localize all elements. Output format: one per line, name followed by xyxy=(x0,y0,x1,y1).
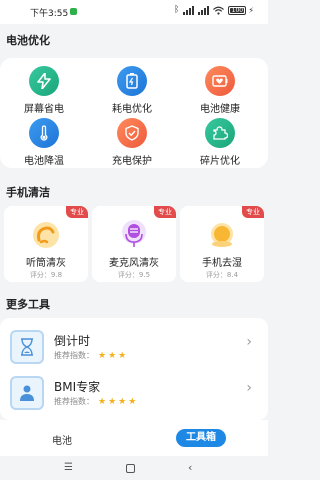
battery-item-label: 电池降温 xyxy=(24,156,64,167)
battery-item-label: 耗电优化 xyxy=(112,104,152,115)
chevron-right-icon: › xyxy=(246,334,252,350)
tab-battery[interactable]: 电池 xyxy=(52,432,72,447)
chevron-right-icon: › xyxy=(246,380,252,396)
heart-battery-icon xyxy=(205,66,235,96)
battery-item-label: 充电保护 xyxy=(112,156,152,167)
section-title-clean: 手机清洁 xyxy=(6,186,50,199)
tab-toolbox[interactable]: 工具箱 xyxy=(176,429,226,447)
bottom-tab-bar: 电池 工具箱 xyxy=(0,420,268,456)
pro-badge: 专业 xyxy=(242,206,264,218)
clean-card-dehumidify[interactable]: 专业 手机去湿 评分：8.4 xyxy=(180,206,264,282)
star-icon: ★★★★ xyxy=(98,396,139,407)
clean-item-name: 手机去湿 xyxy=(202,258,242,269)
battery-item-power-optimize[interactable]: 耗电优化 xyxy=(88,66,176,115)
shield-check-icon xyxy=(117,118,147,148)
lightning-icon xyxy=(29,66,59,96)
clean-item-score: 评分：8.4 xyxy=(205,271,239,279)
section-title-battery: 电池优化 xyxy=(6,34,50,47)
back-icon[interactable]: ‹ xyxy=(188,461,192,474)
earpiece-icon xyxy=(33,222,59,248)
battery-grid-card: 屏幕省电 耗电优化 电池健康 电池降温 充电保护 碎片优化 xyxy=(0,58,268,168)
menu-icon[interactable]: ☰ xyxy=(64,462,73,473)
clean-item-score: 评分：9.8 xyxy=(29,271,63,279)
star-icon: ★★★ xyxy=(98,350,129,361)
battery-item-battery-health[interactable]: 电池健康 xyxy=(176,66,264,115)
section-title-tools: 更多工具 xyxy=(6,298,50,311)
tool-rating-label: 推荐指数： xyxy=(54,351,94,360)
hourglass-icon xyxy=(10,330,44,364)
battery-icon xyxy=(117,66,147,96)
tool-item-bmi[interactable]: BMI专家 推荐指数： ★★★★ › xyxy=(0,370,268,414)
pro-badge: 专业 xyxy=(154,206,176,218)
battery-item-cooling[interactable]: 电池降温 xyxy=(0,118,88,167)
tools-card: 倒计时 推荐指数： ★★★ › BMI专家 推荐指数： ★★★★ › xyxy=(0,318,268,420)
clean-item-name: 听筒清灰 xyxy=(26,258,66,269)
home-icon[interactable] xyxy=(126,464,135,473)
battery-item-screen-saving[interactable]: 屏幕省电 xyxy=(0,66,88,115)
tool-rating: 推荐指数： ★★★ xyxy=(54,350,128,361)
person-icon xyxy=(10,376,44,410)
status-bar: 下午3:55 ᛒ 100 ⚡ xyxy=(0,0,268,24)
battery-item-label: 屏幕省电 xyxy=(24,104,64,115)
pro-badge: 专业 xyxy=(66,206,88,218)
status-icons: ᛒ 100 ⚡ xyxy=(174,5,254,15)
battery-status-icon: 100 ⚡ xyxy=(228,5,254,15)
tool-rating: 推荐指数： ★★★★ xyxy=(54,396,138,407)
puzzle-icon xyxy=(205,118,235,148)
tool-item-countdown[interactable]: 倒计时 推荐指数： ★★★ › xyxy=(0,324,268,368)
tool-name: BMI专家 xyxy=(54,380,101,394)
status-time: 下午3:55 xyxy=(30,9,69,19)
battery-item-charge-protect[interactable]: 充电保护 xyxy=(88,118,176,167)
notification-icon xyxy=(70,8,77,15)
bluetooth-icon: ᛒ xyxy=(173,5,180,15)
clean-card-earpiece[interactable]: 专业 听筒清灰 评分：9.8 xyxy=(4,206,88,282)
thermometer-icon xyxy=(29,118,59,148)
system-nav-bar: ☰ ‹ xyxy=(0,456,268,480)
signal-icon-2 xyxy=(198,5,210,15)
clean-item-name: 麦克风清灰 xyxy=(109,258,159,269)
battery-level: 100 xyxy=(231,6,244,14)
battery-item-label: 电池健康 xyxy=(200,104,240,115)
battery-item-label: 碎片优化 xyxy=(200,156,240,167)
clean-card-microphone[interactable]: 专业 麦克风清灰 评分：9.5 xyxy=(92,206,176,282)
battery-item-defrag[interactable]: 碎片优化 xyxy=(176,118,264,167)
clean-item-score: 评分：9.5 xyxy=(117,271,151,279)
tool-name: 倒计时 xyxy=(54,334,91,348)
tool-rating-label: 推荐指数： xyxy=(54,397,94,406)
microphone-icon xyxy=(122,220,146,247)
wifi-icon xyxy=(213,6,225,15)
charging-icon: ⚡ xyxy=(248,5,254,15)
sun-dry-icon xyxy=(211,223,233,247)
signal-icon xyxy=(183,5,195,15)
